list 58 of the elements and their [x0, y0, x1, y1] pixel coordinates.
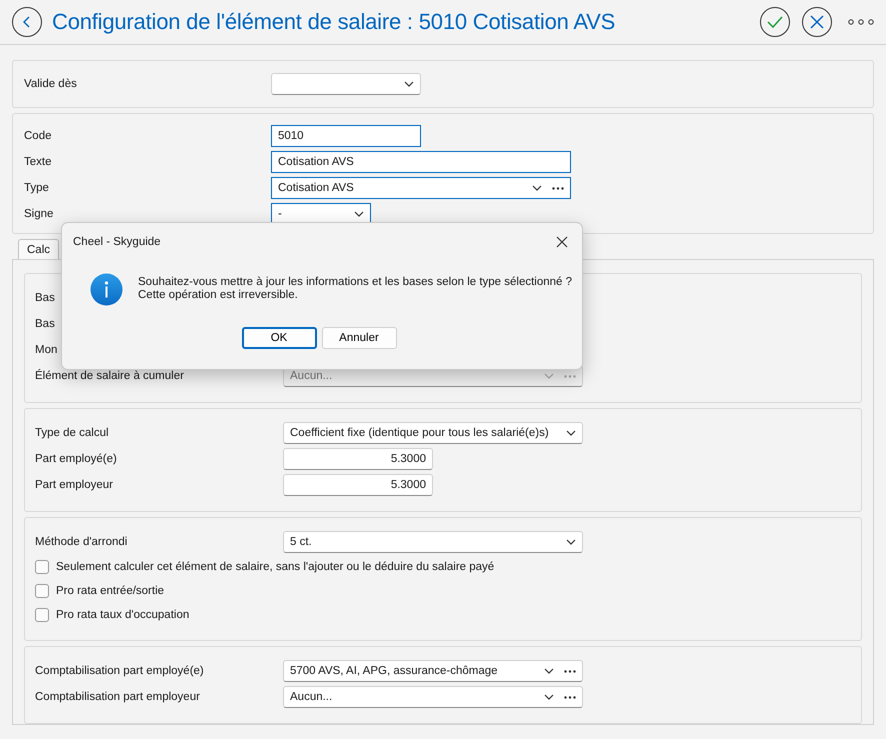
dropdown-field[interactable]: Cotisation AVS: [271, 177, 571, 199]
close-icon: [809, 14, 825, 30]
input-field[interactable]: Cotisation AVS: [271, 151, 571, 173]
field-label: Mon: [35, 344, 58, 356]
more-button[interactable]: [848, 19, 874, 25]
field-label: Signe: [24, 208, 54, 220]
chevron-icon: [544, 373, 554, 379]
chevron-icon: [544, 694, 554, 700]
confirm-button[interactable]: [760, 7, 790, 37]
field-label: Comptabilisation part employé(e): [35, 665, 205, 677]
close-icon: [556, 236, 568, 248]
dropdown-field[interactable]: [271, 73, 421, 95]
checkbox-label: Pro rata entrée/sortie: [56, 585, 164, 597]
chevron-icon: [544, 668, 554, 674]
chevron-icon: [566, 430, 576, 436]
checkbox[interactable]: [35, 584, 49, 598]
field-label: Élément de salaire à cumuler: [35, 370, 185, 382]
field-label: Type: [24, 182, 50, 194]
input-field[interactable]: 5.3000: [283, 474, 433, 496]
chevron-icon: [566, 539, 576, 545]
field-label: Part employé(e): [35, 453, 118, 465]
field-label: Type de calcul: [35, 427, 110, 439]
dropdown-field[interactable]: Coefficient fixe (identique pour tous les salarié(e)s): [283, 422, 583, 444]
input-field[interactable]: 5010: [271, 125, 421, 147]
ellipsis-icon: [564, 696, 576, 698]
ellipsis-icon: [552, 186, 564, 190]
close-button[interactable]: [556, 236, 568, 248]
input-field[interactable]: 5.3000: [283, 448, 433, 470]
dropdown-field[interactable]: Aucun...: [283, 686, 583, 708]
tab[interactable]: Calc: [18, 239, 60, 259]
chevron-icon: [354, 211, 364, 217]
field-label: Comptabilisation part employeur: [35, 691, 201, 703]
checkbox-label: Pro rata taux d'occupation: [56, 609, 190, 621]
close-button[interactable]: [802, 7, 832, 37]
checkbox[interactable]: [35, 560, 49, 574]
dialog-message: Souhaitez-vous mettre à jour les informations et les bases selon le type sélectionné ? Cette opération est irreversible.: [138, 275, 572, 302]
back-button[interactable]: [12, 7, 42, 37]
cancel-button[interactable]: Annuler: [322, 327, 396, 349]
field-label: Valide dès: [24, 78, 78, 90]
ok-button[interactable]: OK: [242, 327, 316, 349]
field-label: Part employeur: [35, 479, 114, 491]
chevron-icon: [404, 81, 414, 87]
dropdown-field[interactable]: 5 ct.: [283, 531, 583, 553]
chevron-icon: [532, 185, 542, 191]
checkbox-label: Seulement calculer cet élément de salaire, sans l'ajouter ou le déduire du salaire payé: [56, 561, 494, 573]
field-label: Texte: [24, 156, 52, 168]
page-title: Configuration de l'élément de salaire : 5010 Cotisation AVS: [52, 9, 616, 35]
checkbox[interactable]: [35, 608, 49, 622]
more-icon: [848, 19, 874, 25]
field-label: Code: [24, 130, 52, 142]
field-label: Bas: [35, 318, 55, 330]
dialog-title: Cheel - Skyguide: [73, 236, 161, 248]
ellipsis-icon: [564, 374, 576, 378]
info-icon: [90, 273, 123, 306]
ellipsis-icon: [564, 670, 576, 672]
field-label: Méthode d'arrondi: [35, 536, 128, 548]
field-label: Bas: [35, 292, 55, 304]
dropdown-field[interactable]: 5700 AVS, AI, APG, assurance-chômage: [283, 660, 583, 682]
